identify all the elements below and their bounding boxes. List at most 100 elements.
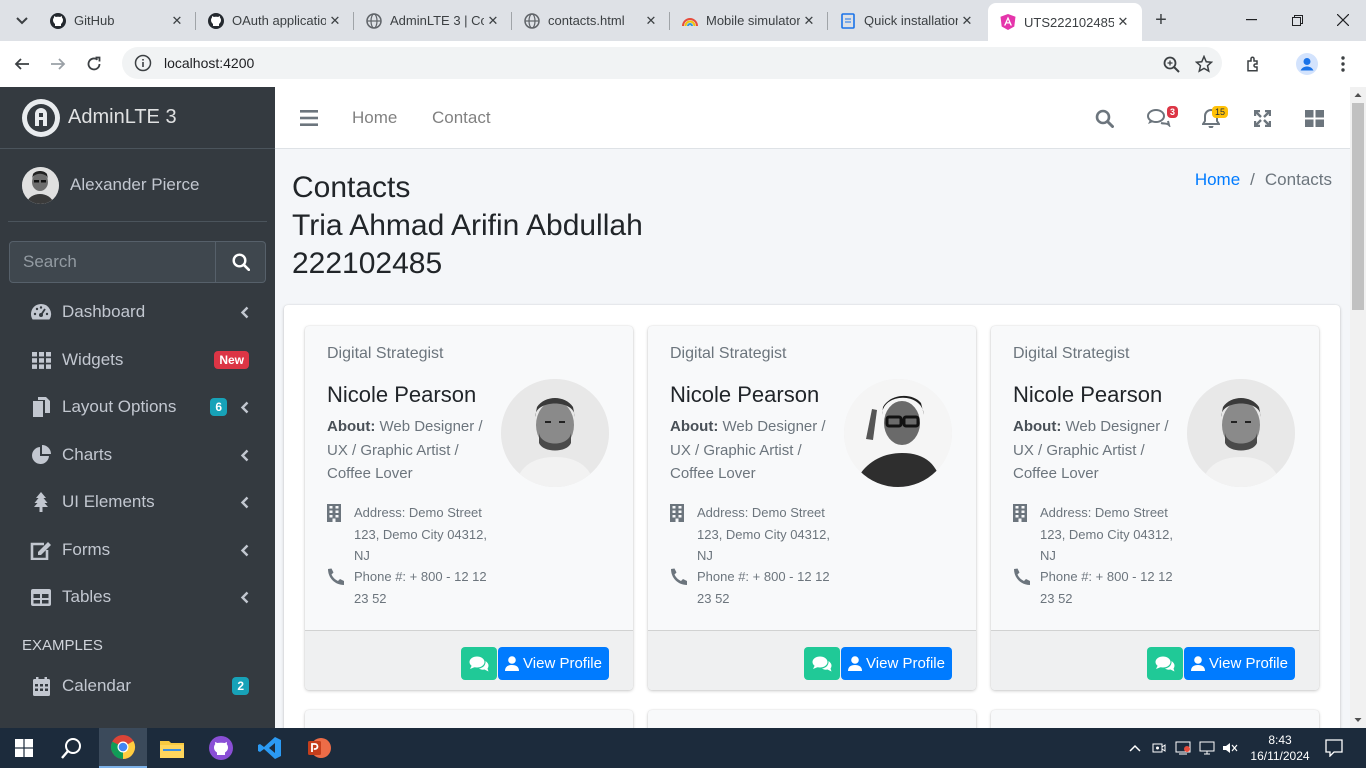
page-title: Contacts Tria Ahmad Arifin Abdullah 2221… [292, 169, 643, 283]
chat-button[interactable] [804, 647, 840, 680]
forward-button[interactable] [43, 49, 73, 79]
notification-center-button[interactable] [1318, 728, 1350, 768]
sidebar-toggle-button[interactable] [300, 87, 318, 149]
taskbar-powerpoint[interactable] [295, 728, 343, 768]
fullscreen-button[interactable] [1254, 87, 1271, 149]
hamburger-icon [300, 110, 318, 126]
comments-icon [812, 656, 832, 671]
notifications-dropdown[interactable] [1202, 87, 1220, 149]
new-tab-button[interactable]: + [1149, 8, 1173, 32]
minimize-button[interactable] [1228, 0, 1274, 40]
tray-overflow-button[interactable] [1126, 728, 1144, 768]
building-icon [327, 502, 354, 567]
dashboard-icon [30, 301, 52, 323]
pie-chart-icon [30, 444, 52, 466]
browser-tab[interactable]: GitHub ✕ [38, 0, 196, 41]
tray-meet-icon[interactable] [1150, 728, 1168, 768]
address-bar[interactable]: localhost:4200 [122, 47, 1222, 79]
sidebar-item-label: Calendar [62, 676, 131, 695]
github-icon [50, 12, 66, 29]
control-sidebar-button[interactable] [1305, 87, 1324, 149]
taskbar-search-button[interactable] [48, 728, 96, 768]
messages-dropdown[interactable] [1147, 87, 1171, 149]
sidebar-item-label: Dashboard [62, 302, 146, 321]
browser-menu-icon[interactable] [1331, 52, 1355, 76]
taskbar-clock[interactable]: 8:43 16/11/2024 [1248, 732, 1312, 764]
phone-text: Phone #: + 800 - 12 12 23 52 [1040, 569, 1173, 606]
sidebar-item-widgets[interactable]: Widgets New [8, 338, 267, 382]
extensions-icon[interactable] [1242, 52, 1266, 76]
sidebar-item-charts[interactable]: Charts [8, 433, 267, 477]
browser-tab[interactable]: Quick installation ✕ [828, 0, 986, 41]
close-icon[interactable]: ✕ [168, 12, 186, 30]
close-window-button[interactable] [1320, 0, 1366, 40]
expand-icon [1254, 109, 1271, 127]
restore-button[interactable] [1274, 0, 1320, 40]
comments-icon [1155, 656, 1175, 671]
minimize-icon [1245, 19, 1257, 21]
profile-avatar-icon[interactable] [1295, 52, 1319, 76]
chat-button[interactable] [1147, 647, 1183, 680]
nav-link-home[interactable]: Home [352, 87, 397, 149]
sidebar-item-label: Forms [62, 540, 111, 559]
scroll-down-arrow-icon[interactable] [1350, 712, 1366, 728]
tab-title: Quick installation [864, 13, 958, 28]
tray-display-icon[interactable] [1173, 728, 1193, 768]
nav-link-contact[interactable]: Contact [432, 87, 491, 149]
tab-search-dropdown[interactable] [10, 9, 34, 33]
sidebar-search-button[interactable] [216, 241, 266, 283]
contact-photo [1187, 379, 1295, 487]
notification-center-icon [1325, 739, 1343, 757]
close-icon[interactable]: ✕ [484, 12, 502, 30]
sidebar-item-calendar[interactable]: Calendar 2 [8, 664, 267, 708]
back-button[interactable] [7, 49, 37, 79]
address-text: Address: Demo Street 123, Demo City 0431… [354, 505, 487, 563]
view-profile-label: View Profile [866, 655, 945, 672]
tray-volume-icon[interactable] [1220, 728, 1240, 768]
brand-link[interactable]: AdminLTE 3 [0, 87, 275, 149]
breadcrumb-home-link[interactable]: Home [1195, 170, 1240, 190]
sidebar-search-input[interactable]: Search [9, 241, 216, 283]
page-subtitle-id: 222102485 [292, 247, 443, 280]
view-profile-button[interactable]: View Profile [1184, 647, 1295, 680]
close-icon[interactable]: ✕ [958, 12, 976, 30]
chevron-up-icon [1129, 744, 1141, 752]
view-profile-button[interactable]: View Profile [841, 647, 952, 680]
content-wrapper: Home Contact 3 15 Contacts Tria Ahmad Ar… [275, 87, 1350, 728]
scrollbar-thumb[interactable] [1352, 103, 1364, 310]
close-icon[interactable]: ✕ [326, 12, 344, 30]
sidebar-item-tables[interactable]: Tables [8, 575, 267, 619]
taskbar-vscode[interactable] [246, 728, 294, 768]
github-desktop-icon [209, 736, 233, 760]
browser-tab[interactable]: Mobile simulator ✕ [670, 0, 828, 41]
zoom-icon[interactable] [1159, 52, 1183, 76]
bookmark-star-icon[interactable] [1192, 52, 1216, 76]
view-profile-button[interactable]: View Profile [498, 647, 609, 680]
browser-tab[interactable]: contacts.html ✕ [512, 0, 670, 41]
sidebar-item-ui-elements[interactable]: UI Elements [8, 480, 267, 524]
navbar-search-button[interactable] [1095, 87, 1114, 149]
browser-tab[interactable]: OAuth applications ✕ [196, 0, 354, 41]
doc-icon [840, 12, 856, 29]
tray-network-icon[interactable] [1197, 728, 1217, 768]
sidebar-item-forms[interactable]: Forms [8, 528, 267, 572]
close-icon[interactable]: ✕ [800, 12, 818, 30]
browser-tab[interactable]: AdminLTE 3 | Contacts ✕ [354, 0, 512, 41]
scroll-up-arrow-icon[interactable] [1350, 87, 1366, 103]
close-icon[interactable]: ✕ [642, 12, 660, 30]
site-info-icon[interactable] [134, 54, 152, 72]
user-panel[interactable]: Alexander Pierce [8, 149, 267, 222]
browser-tab-active[interactable]: UTS222102485 ✕ [988, 3, 1142, 41]
reload-button[interactable] [79, 49, 109, 79]
taskbar-chrome[interactable] [99, 728, 147, 768]
taskbar-file-explorer[interactable] [148, 728, 196, 768]
sidebar-section-header: EXAMPLES [22, 637, 103, 654]
sidebar-item-dashboard[interactable]: Dashboard [8, 290, 267, 334]
sidebar-item-layout-options[interactable]: Layout Options 6 [8, 385, 267, 429]
chat-button[interactable] [461, 647, 497, 680]
contact-card-partial [305, 710, 633, 728]
arrow-left-icon [14, 58, 29, 70]
taskbar-github-desktop[interactable] [197, 728, 245, 768]
close-icon[interactable]: ✕ [1114, 13, 1132, 31]
start-button[interactable] [0, 728, 48, 768]
